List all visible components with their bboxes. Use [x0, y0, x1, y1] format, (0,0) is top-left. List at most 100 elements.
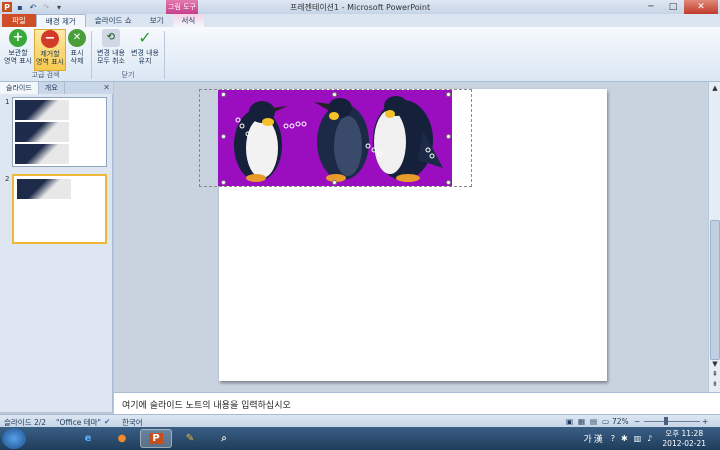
- button-label-line1: 변경 내용: [97, 49, 125, 57]
- title-bar: P ▪ ↶ ↷ ▾ 그림 도구 프레젠테이션1 - Microsoft Powe…: [0, 0, 720, 14]
- normal-view-icon[interactable]: ▣: [566, 417, 573, 426]
- start-button[interactable]: [2, 428, 26, 449]
- powerpoint-logo-icon[interactable]: P: [2, 2, 12, 12]
- vertical-scrollbar[interactable]: ▲ ▼ ⇞ ⇟: [708, 82, 720, 392]
- thumbnail-image: [15, 122, 69, 142]
- notes-placeholder: 여기에 슬라이드 노트의 내용을 입력하십시오: [122, 401, 291, 411]
- zoom-out-icon[interactable]: −: [634, 417, 640, 426]
- powerpoint-taskbar-icon[interactable]: P: [140, 429, 172, 448]
- slide-number: 1: [5, 98, 10, 106]
- network-icon[interactable]: ▥: [634, 434, 642, 443]
- zoom-slider-thumb[interactable]: [664, 417, 668, 425]
- thumbnail-image: [15, 100, 69, 120]
- resize-handle[interactable]: [221, 92, 226, 97]
- tab-view[interactable]: 보기: [141, 14, 173, 27]
- mark-areas-to-keep-button[interactable]: + 보관할 영역 표시: [2, 29, 34, 71]
- zoom-in-icon[interactable]: +: [702, 417, 708, 426]
- slide-sorter-icon[interactable]: ▦: [578, 417, 585, 426]
- thumbnail-image: [17, 179, 71, 199]
- button-label-line2: 영역 표시: [4, 57, 32, 65]
- internet-explorer-icon[interactable]: e: [72, 429, 104, 448]
- button-label-line2: 모두 취소: [97, 57, 125, 65]
- button-label-line1: 보관할: [8, 49, 28, 57]
- close-pane-icon[interactable]: ✕: [103, 83, 110, 92]
- close-button[interactable]: ✕: [684, 0, 718, 14]
- resize-handle[interactable]: [446, 92, 451, 97]
- redo-icon[interactable]: ↷: [41, 2, 51, 12]
- quick-access-toolbar: P ▪ ↶ ↷ ▾: [2, 1, 64, 13]
- button-label-line1: 변경 내용: [131, 49, 159, 57]
- minus-red-icon: −: [41, 30, 59, 48]
- maximize-button[interactable]: □: [662, 0, 684, 14]
- slide-thumbnail-2[interactable]: [12, 174, 107, 244]
- clock-time: 오후 11:28: [665, 428, 704, 438]
- button-label-line2: 유지: [138, 57, 152, 65]
- delete-mark-button[interactable]: ✕ 표시 삭제: [66, 29, 88, 71]
- discard-icon: ⟲: [102, 29, 120, 47]
- reading-view-icon[interactable]: ▤: [590, 417, 597, 426]
- slides-pane: 슬라이드 개요 ✕ 1 2: [0, 82, 113, 412]
- customize-qat-icon[interactable]: ▾: [54, 2, 64, 12]
- ime-indicator[interactable]: 가: [583, 432, 591, 445]
- help-icon[interactable]: ?: [611, 434, 615, 443]
- tab-slide-show[interactable]: 슬라이드 쇼: [86, 14, 141, 27]
- spelling-check-icon[interactable]: ✔: [104, 417, 110, 426]
- resize-handle[interactable]: [221, 180, 226, 185]
- ribbon: + 보관할 영역 표시 − 제거할 영역 표시 ✕ 표시 삭제 ⟲ 변경 내용 …: [0, 27, 720, 82]
- bluetooth-icon[interactable]: ✱: [621, 434, 628, 443]
- slide-thumbnail-1[interactable]: [12, 97, 107, 167]
- resize-handle[interactable]: [332, 92, 337, 97]
- previous-slide-icon[interactable]: ⇞: [710, 370, 720, 380]
- slide-show-icon[interactable]: ▭: [602, 417, 609, 426]
- taskbar: e ● P ✎ ⌕ 가 漢 ? ✱ ▥ ♪ 오후 11:28 2012-02-2…: [0, 427, 720, 450]
- window-controls: ─ □ ✕: [640, 0, 718, 14]
- paint-icon[interactable]: ✎: [174, 429, 206, 448]
- penguin-picture[interactable]: [218, 90, 452, 186]
- tab-file[interactable]: 파일: [2, 14, 36, 27]
- hanja-indicator[interactable]: 漢: [594, 432, 603, 445]
- group-separator: [91, 31, 92, 79]
- discard-all-changes-button[interactable]: ⟲ 변경 내용 모두 취소: [94, 29, 128, 71]
- button-label-line2: 삭제: [70, 57, 84, 65]
- penguins-illustration: [234, 96, 443, 182]
- button-label-line1: 표시: [70, 49, 84, 57]
- resize-handle[interactable]: [446, 180, 451, 185]
- scroll-up-icon[interactable]: ▲: [710, 84, 720, 94]
- tab-format[interactable]: 서식: [172, 14, 205, 27]
- group-label-close: 닫기: [121, 71, 135, 79]
- volume-icon[interactable]: ♪: [647, 434, 652, 443]
- tab-slides[interactable]: 슬라이드: [0, 82, 39, 94]
- save-icon[interactable]: ▪: [15, 2, 25, 12]
- next-slide-icon[interactable]: ⇟: [710, 380, 720, 390]
- keep-changes-button[interactable]: ✓ 변경 내용 유지: [128, 29, 162, 71]
- notes-pane[interactable]: 여기에 슬라이드 노트의 내용을 입력하십시오: [114, 392, 720, 414]
- tab-background-removal[interactable]: 배경 제거: [35, 14, 86, 27]
- tab-outline[interactable]: 개요: [39, 82, 65, 94]
- slide-number: 2: [5, 175, 10, 183]
- picture-tools-context-group: 그림 도구: [166, 0, 198, 14]
- delete-mark-icon: ✕: [68, 29, 86, 47]
- zoom-slider[interactable]: [644, 421, 700, 422]
- scroll-thumb[interactable]: [710, 220, 720, 360]
- ribbon-tabs: 파일 배경 제거 슬라이드 쇼 보기 서식: [0, 14, 720, 27]
- clock[interactable]: 오후 11:28 2012-02-21: [662, 429, 706, 449]
- group-label-refine: 고급 검색: [31, 71, 60, 79]
- button-label-line1: 제거할: [40, 50, 60, 58]
- minimize-button[interactable]: ─: [640, 0, 662, 14]
- scroll-down-icon[interactable]: ▼: [710, 360, 720, 370]
- status-bar: 슬라이드 2/2 "Office 테마" ✔ 한국어 ▣ ▦ ▤ ▭ 72% −…: [0, 414, 720, 427]
- clock-date: 2012-02-21: [662, 438, 706, 448]
- plus-green-icon: +: [9, 29, 27, 47]
- zoom-level[interactable]: 72%: [612, 417, 629, 426]
- firefox-icon[interactable]: ●: [106, 429, 138, 448]
- mark-areas-to-remove-button[interactable]: − 제거할 영역 표시: [34, 29, 66, 71]
- system-tray: 가 漢 ? ✱ ▥ ♪ 오후 11:28 2012-02-21: [583, 427, 720, 450]
- resize-handle[interactable]: [221, 134, 226, 139]
- button-label-line2: 영역 표시: [36, 58, 64, 66]
- undo-icon[interactable]: ↶: [28, 2, 38, 12]
- thumbnail-image: [15, 144, 69, 164]
- resize-handle[interactable]: [446, 134, 451, 139]
- group-separator: [164, 31, 165, 79]
- magnifier-icon[interactable]: ⌕: [208, 429, 240, 448]
- resize-handle[interactable]: [332, 180, 337, 185]
